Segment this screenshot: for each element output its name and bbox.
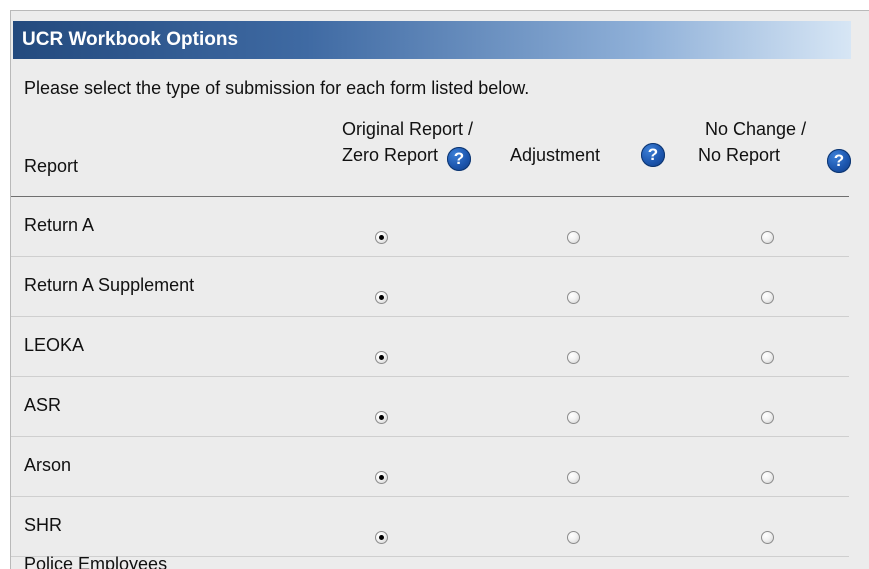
radio-adjustment[interactable] <box>567 531 580 544</box>
radio-original[interactable] <box>375 291 388 304</box>
row-label: Return A Supplement <box>24 275 195 295</box>
column-header-original-line2: Zero Report <box>341 145 438 165</box>
radio-original[interactable] <box>375 531 388 544</box>
row-label: LEOKA <box>24 335 85 355</box>
radio-no-change[interactable] <box>761 291 774 304</box>
table-row: Return A <box>11 197 849 257</box>
radio-adjustment[interactable] <box>567 231 580 244</box>
radio-no-change[interactable] <box>761 471 774 484</box>
table-row: LEOKA <box>11 317 849 377</box>
table-row: Arson <box>11 437 849 497</box>
row-label: ASR <box>24 395 62 415</box>
radio-adjustment[interactable] <box>567 471 580 484</box>
panel-title: UCR Workbook Options <box>22 29 239 50</box>
row-label: Return A <box>24 215 95 235</box>
radio-adjustment[interactable] <box>567 411 580 424</box>
radio-no-change[interactable] <box>761 231 774 244</box>
radio-original[interactable] <box>375 411 388 424</box>
radio-no-change[interactable] <box>761 531 774 544</box>
table-row: Return A Supplement <box>11 257 849 317</box>
row-label: Arson <box>24 455 72 475</box>
radio-original[interactable] <box>375 231 388 244</box>
column-header-original-line1: Original Report / <box>341 119 473 139</box>
radio-original[interactable] <box>375 471 388 484</box>
radio-adjustment[interactable] <box>567 351 580 364</box>
column-header-nochange-line2: No Report <box>698 145 781 165</box>
radio-no-change[interactable] <box>761 411 774 424</box>
row-label: SHR <box>24 515 63 535</box>
column-header-adjustment: Adjustment <box>510 145 601 165</box>
radio-adjustment[interactable] <box>567 291 580 304</box>
workbook-options-panel: UCR Workbook Options Please select the t… <box>10 10 869 569</box>
table-row: ASR <box>11 377 849 437</box>
help-icon-nochange[interactable]: ? <box>827 149 851 173</box>
radio-original[interactable] <box>375 351 388 364</box>
column-header-report: Report <box>24 156 79 176</box>
table-row: SHR <box>11 497 849 557</box>
panel-title-bar: UCR Workbook Options <box>13 21 851 59</box>
radio-no-change[interactable] <box>761 351 774 364</box>
column-header-nochange-line1: No Change / <box>705 119 807 139</box>
help-icon-adjustment[interactable]: ? <box>641 143 665 167</box>
row-label-partial: Police Employees <box>24 554 168 569</box>
instructions-text: Please select the type of submission for… <box>24 78 530 98</box>
help-icon-original[interactable]: ? <box>447 147 471 171</box>
